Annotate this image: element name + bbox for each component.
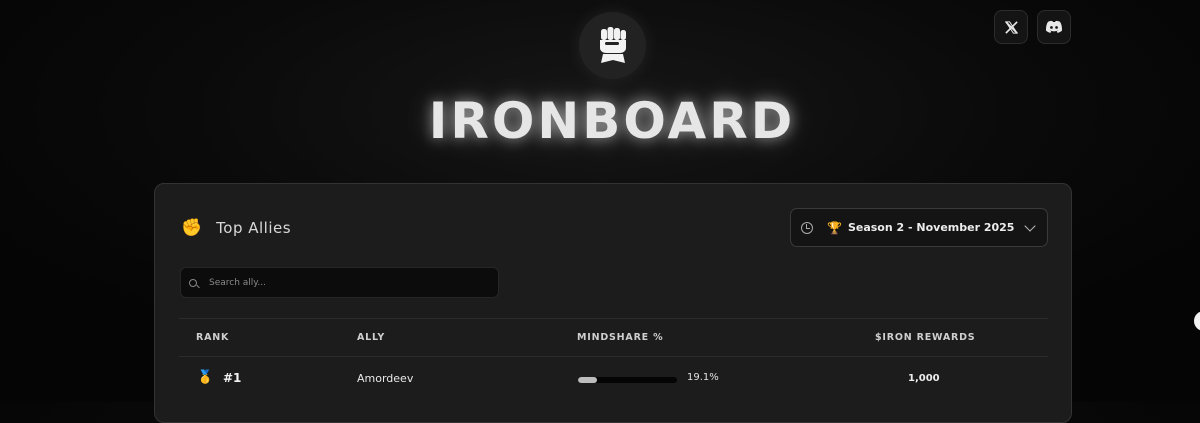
row-mindshare: 19.1%	[687, 372, 719, 383]
row-rank: #1	[223, 371, 242, 385]
logo	[579, 12, 646, 79]
table-row[interactable]: 🥇 #1 Amordeev 19.1% 1,000	[179, 356, 1048, 404]
trophy-icon: 🏆	[827, 220, 842, 235]
panel-title-label: Top Allies	[216, 219, 292, 237]
search-input[interactable]	[209, 277, 479, 288]
season-selector[interactable]: 🏆 Season 2 - November 2025	[790, 208, 1048, 247]
panel-title: ✊ Top Allies	[181, 218, 291, 238]
row-rewards: 1,000	[908, 373, 940, 384]
x-social-button[interactable]	[994, 10, 1028, 44]
mindshare-bar-fill	[578, 377, 597, 383]
mindshare-bar	[578, 377, 677, 383]
chevron-down-icon	[1024, 219, 1037, 232]
table-header: RANK ALLY MINDSHARE % $IRON REWARDS	[179, 318, 1048, 357]
search-icon	[189, 278, 197, 287]
column-rewards[interactable]: $IRON REWARDS	[875, 332, 975, 343]
brand-title: IRONBOARD	[428, 92, 796, 150]
fist-icon: ✊	[181, 218, 203, 238]
fist-gauntlet-icon	[599, 26, 626, 63]
x-icon	[1004, 20, 1018, 34]
column-rank: RANK	[196, 332, 230, 343]
season-label: Season 2 - November 2025	[847, 221, 1015, 234]
scroll-edge-button[interactable]	[1194, 311, 1200, 331]
leaderboard-panel: ✊ Top Allies 🏆 Season 2 - November 2025 …	[154, 183, 1072, 423]
search-box	[180, 267, 499, 298]
discord-icon	[1045, 20, 1063, 33]
discord-social-button[interactable]	[1037, 10, 1071, 44]
gold-medal-icon: 🥇	[197, 370, 214, 385]
clock-icon	[801, 221, 813, 234]
row-ally: Amordeev	[357, 372, 414, 385]
column-mindshare: MINDSHARE %	[577, 332, 664, 343]
column-ally: ALLY	[357, 332, 386, 343]
